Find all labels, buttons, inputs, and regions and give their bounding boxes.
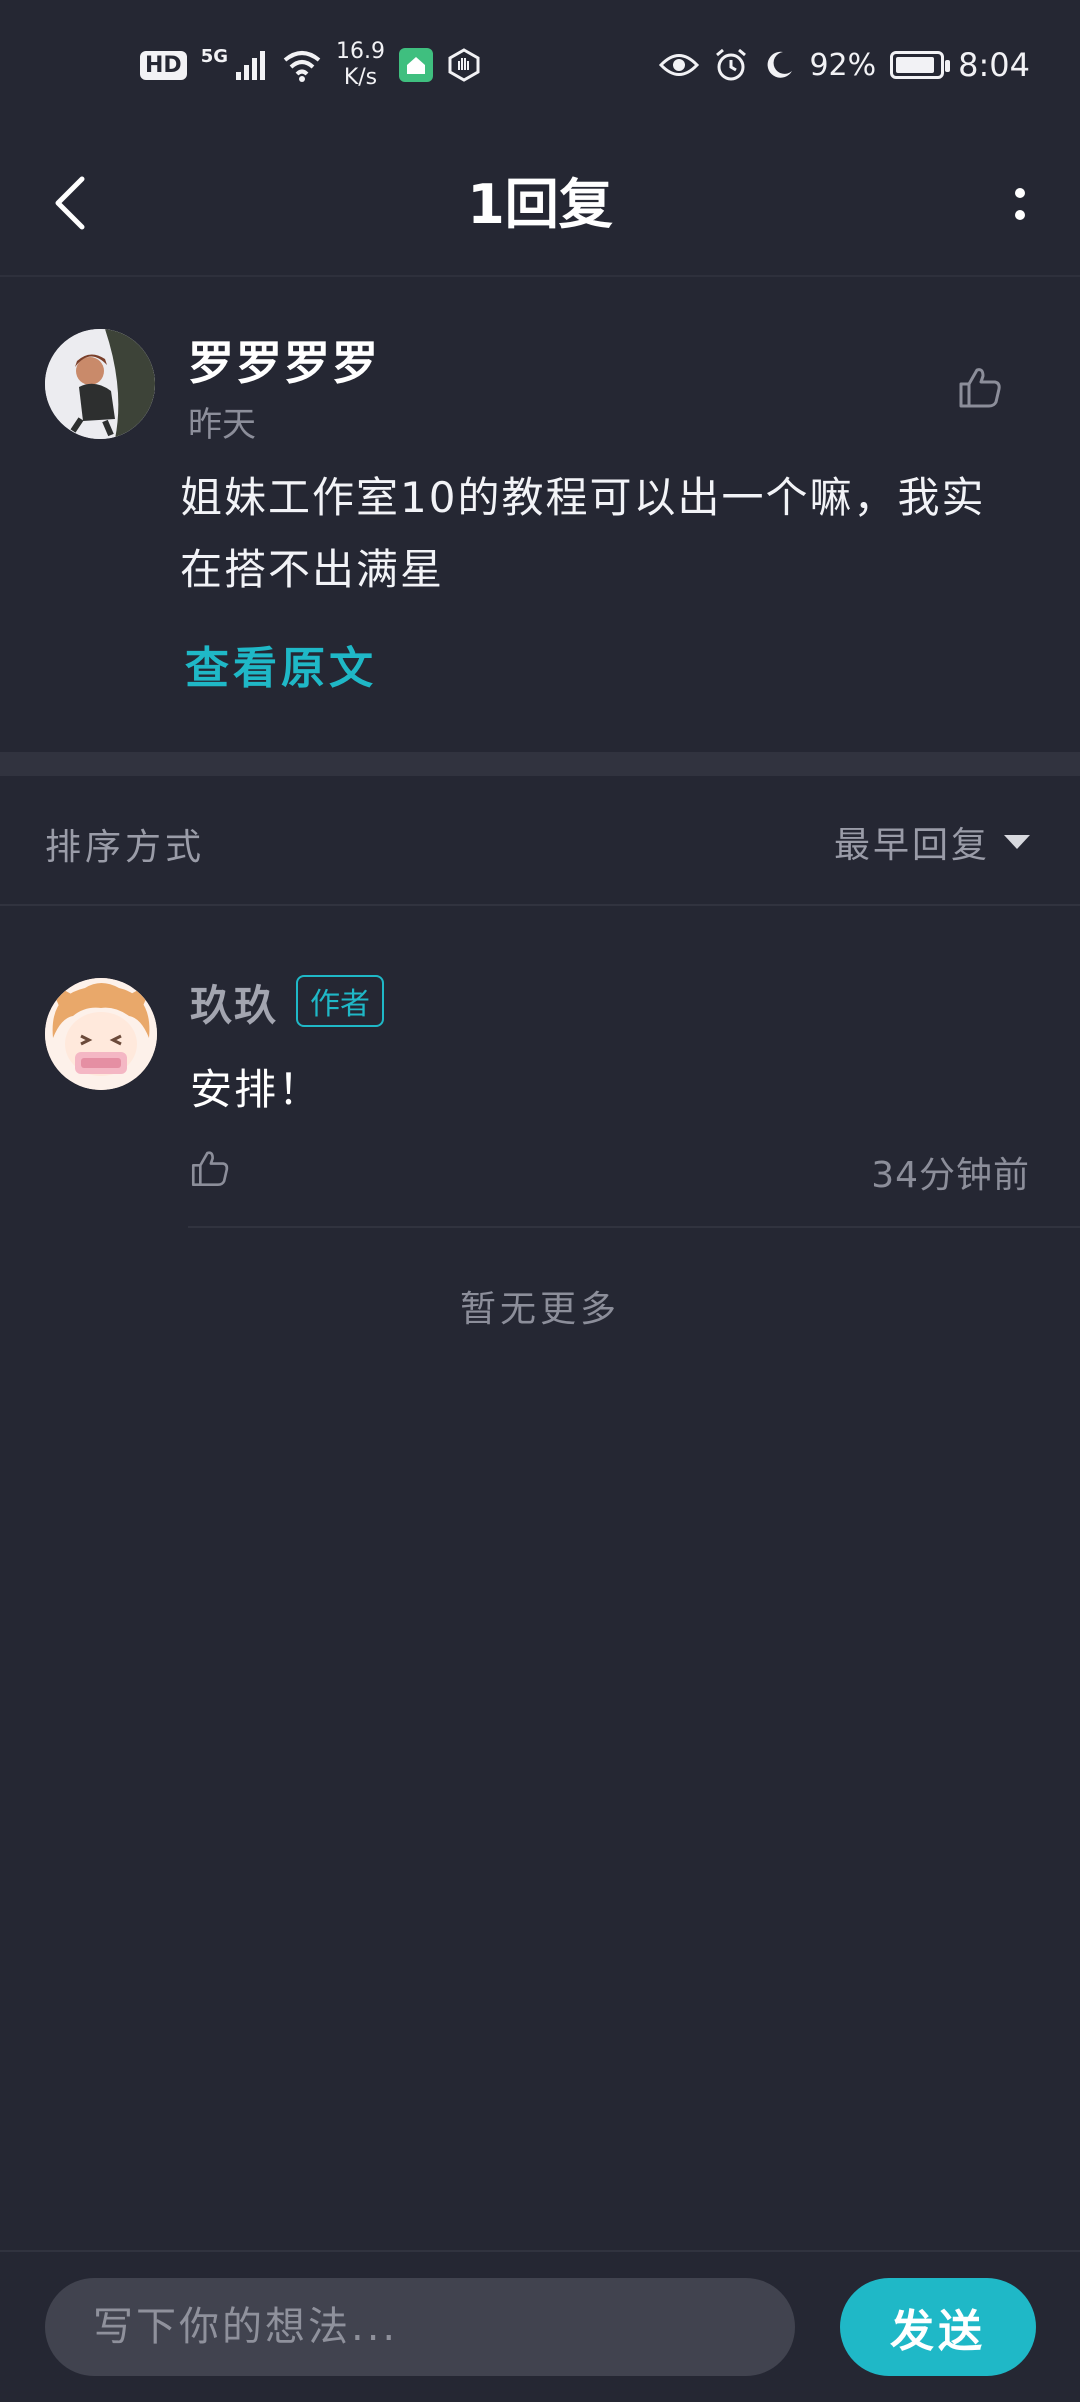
avatar-image xyxy=(45,329,155,439)
comment-input[interactable] xyxy=(45,2278,795,2376)
caret-down-icon xyxy=(1004,835,1030,849)
speed-value: 16.9 xyxy=(336,39,385,64)
view-original-link[interactable]: 查看原文 xyxy=(185,632,377,696)
comment-composer: 发送 xyxy=(0,2250,1080,2402)
author-badge: 作者 xyxy=(296,975,384,1027)
status-left: HD 5G 16.9 K/s xyxy=(140,39,481,91)
signal-icon xyxy=(236,51,265,80)
eye-icon xyxy=(659,54,700,76)
speed-unit: K/s xyxy=(343,65,378,90)
end-of-list-text: 暂无更多 xyxy=(459,1289,620,1330)
avatar[interactable] xyxy=(45,329,155,439)
hand-icon xyxy=(448,48,480,82)
post-timestamp: 昨天 xyxy=(188,405,256,445)
sort-bar: 排序方式 最早回复 xyxy=(0,776,1080,906)
battery-percent: 92% xyxy=(809,47,877,83)
network-speed: 16.9 K/s xyxy=(336,39,385,91)
alarm-icon xyxy=(716,48,747,81)
battery-fill xyxy=(896,57,935,73)
status-right: 92% 8:04 xyxy=(659,46,1030,84)
thumbs-up-icon[interactable] xyxy=(188,1146,232,1190)
reply-avatar[interactable] xyxy=(45,978,157,1090)
section-divider xyxy=(0,752,1080,776)
sort-dropdown[interactable]: 最早回复 xyxy=(834,816,1030,868)
send-button[interactable]: 发送 xyxy=(840,2278,1036,2376)
home-app-icon xyxy=(398,48,433,82)
original-comment: 罗罗罗罗 昨天 姐妹工作室10的教程可以出一个嘛，我实在搭不出满星 查看原文 xyxy=(0,277,1080,752)
battery-icon xyxy=(890,51,951,79)
reply-author-name[interactable]: 玖玖 xyxy=(190,972,278,1033)
reply-divider xyxy=(188,1226,1080,1228)
more-vertical-icon xyxy=(1015,188,1025,220)
post-author-name[interactable]: 罗罗罗罗 xyxy=(188,327,380,393)
clock: 8:04 xyxy=(958,46,1030,84)
reply-timestamp: 34分钟前 xyxy=(871,1155,1030,1196)
moon-icon xyxy=(768,51,793,78)
reply-item: 玖玖 作者 安排！ 34分钟前 xyxy=(0,906,1080,1228)
network-type: 5G xyxy=(200,45,228,67)
page-title: 1回复 xyxy=(467,173,613,236)
top-app-bar: 1回复 xyxy=(0,130,1080,277)
avatar-image xyxy=(45,978,157,1090)
sort-selected-value: 最早回复 xyxy=(833,825,990,866)
wifi-icon xyxy=(283,51,321,82)
post-content: 姐妹工作室10的教程可以出一个嘛，我实在搭不出满星 xyxy=(180,473,986,594)
more-options-button[interactable] xyxy=(990,170,1050,240)
thumbs-up-icon[interactable] xyxy=(955,362,1005,412)
status-bar: HD 5G 16.9 K/s 92% 8:04 xyxy=(0,0,1080,130)
hd-indicator: HD xyxy=(140,50,187,80)
sort-label: 排序方式 xyxy=(45,827,206,868)
reply-content: 安排！ xyxy=(190,1065,323,1114)
